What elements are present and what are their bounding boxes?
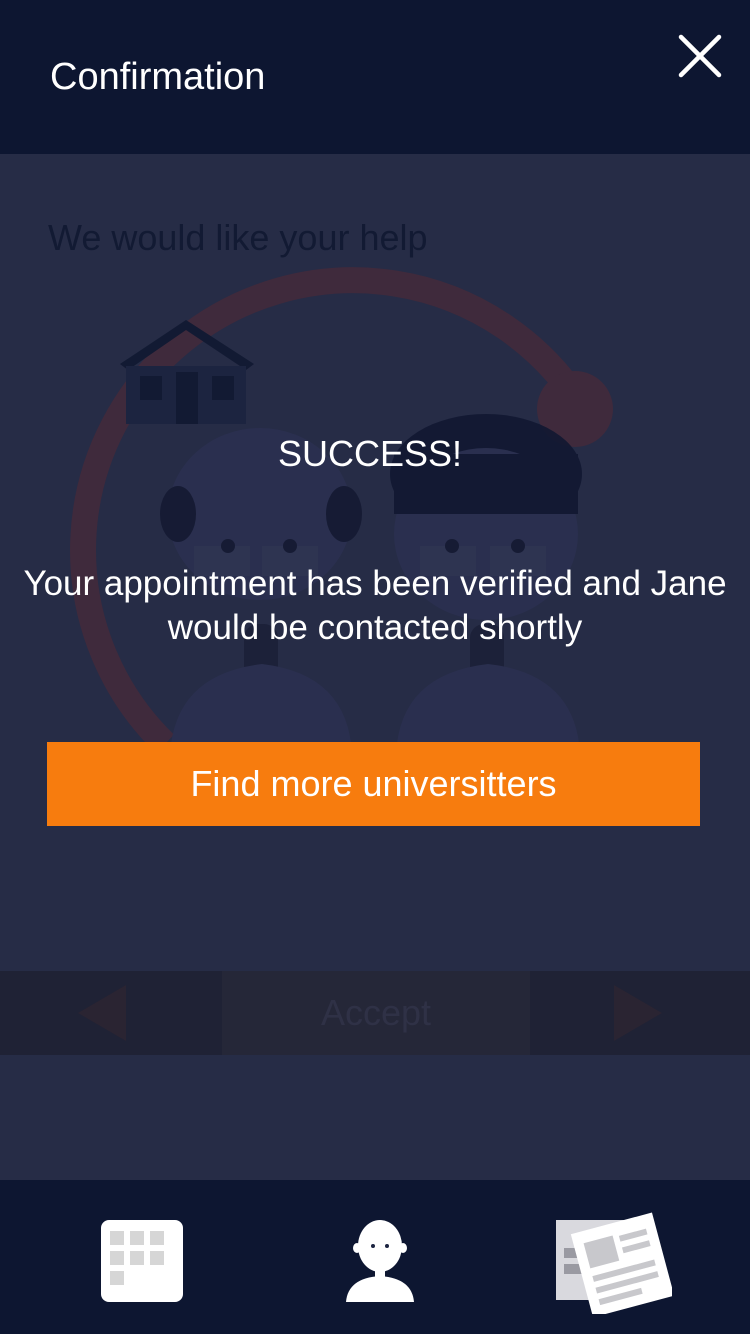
- accept-button[interactable]: Accept: [222, 971, 530, 1055]
- success-title: SUCCESS!: [277, 433, 463, 474]
- previous-button[interactable]: [0, 971, 222, 1055]
- triangle-left-icon: [78, 985, 126, 1041]
- triangle-right-icon: [614, 985, 662, 1041]
- close-button[interactable]: [672, 28, 728, 84]
- person-icon: [346, 1220, 414, 1302]
- next-button[interactable]: [530, 971, 750, 1055]
- bottom-tab-bar: [0, 1180, 750, 1334]
- tab-calendar[interactable]: [100, 1219, 184, 1303]
- content-area: We would like your help Accept: [0, 154, 750, 1180]
- newspaper-icon: [556, 1212, 675, 1318]
- success-message: Your appointment has been verified and J…: [23, 564, 727, 647]
- background-action-bar: Accept: [0, 971, 750, 1055]
- tab-news[interactable]: [552, 1208, 675, 1318]
- header-bar: Confirmation: [0, 0, 750, 154]
- page-title: Confirmation: [50, 56, 266, 98]
- close-icon: [678, 34, 722, 78]
- tab-profile[interactable]: [338, 1216, 422, 1306]
- calendar-grid-icon: [101, 1220, 183, 1302]
- find-more-button[interactable]: Find more universitters: [47, 742, 700, 826]
